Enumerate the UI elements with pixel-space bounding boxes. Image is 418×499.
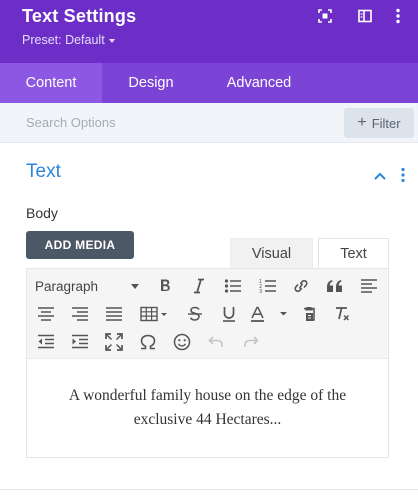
- redo-icon: [239, 330, 263, 354]
- text-color-icon[interactable]: [247, 302, 289, 326]
- align-right-icon[interactable]: [68, 302, 92, 326]
- preset-dropdown[interactable]: Preset: Default: [22, 33, 115, 47]
- align-center-icon[interactable]: [34, 302, 58, 326]
- strikethrough-icon[interactable]: [183, 302, 207, 326]
- format-select[interactable]: Paragraph: [35, 274, 141, 298]
- search-input[interactable]: Search Options: [26, 115, 116, 130]
- blockquote-icon[interactable]: [323, 274, 347, 298]
- align-justify-icon[interactable]: [102, 302, 126, 326]
- settings-tabs: Content Design Advanced: [0, 63, 418, 103]
- editor-content-area[interactable]: A wonderful family house on the edge of …: [27, 360, 388, 457]
- preset-label: Preset: Default: [22, 33, 105, 47]
- fullscreen-icon[interactable]: [102, 330, 126, 354]
- rich-text-editor: Paragraph 123 A wonderful family house o…: [26, 268, 389, 458]
- editor-tab-text[interactable]: Text: [318, 238, 389, 269]
- special-character-icon[interactable]: [136, 330, 160, 354]
- editor-tab-visual[interactable]: Visual: [230, 238, 313, 269]
- tab-advanced[interactable]: Advanced: [200, 63, 318, 103]
- body-field-label: Body: [26, 205, 58, 221]
- plus-icon: +: [357, 114, 367, 131]
- tab-content[interactable]: Content: [0, 63, 102, 103]
- editor-content-text: A wonderful family house on the edge of …: [68, 387, 347, 428]
- bullet-list-icon[interactable]: [221, 274, 245, 298]
- paste-text-icon[interactable]: [297, 302, 321, 326]
- fullscreen-icon[interactable]: [316, 7, 334, 25]
- indent-icon[interactable]: [68, 330, 92, 354]
- underline-icon[interactable]: [217, 302, 241, 326]
- outdent-icon[interactable]: [34, 330, 58, 354]
- align-left-icon[interactable]: [357, 274, 381, 298]
- caret-down-icon: [108, 38, 115, 43]
- chevron-up-icon[interactable]: [372, 168, 388, 184]
- modal-title: Text Settings: [22, 6, 137, 26]
- more-vertical-icon[interactable]: [398, 166, 408, 184]
- sidebar-layout-icon[interactable]: [356, 7, 374, 25]
- bold-icon[interactable]: [153, 274, 177, 298]
- editor-toolbar: Paragraph 123: [27, 269, 388, 359]
- tab-design[interactable]: Design: [102, 63, 200, 103]
- italic-icon[interactable]: [187, 274, 211, 298]
- format-select-value: Paragraph: [35, 278, 99, 294]
- emoji-icon[interactable]: [170, 330, 194, 354]
- clear-formatting-icon[interactable]: [331, 302, 355, 326]
- more-vertical-icon[interactable]: [389, 7, 407, 25]
- caret-down-icon: [131, 283, 139, 289]
- undo-icon: [204, 330, 228, 354]
- section-divider: [0, 489, 418, 490]
- filter-button[interactable]: + Filter: [344, 108, 414, 138]
- add-media-button[interactable]: ADD MEDIA: [26, 231, 134, 259]
- section-title[interactable]: Text: [26, 161, 61, 183]
- table-icon[interactable]: [137, 302, 173, 326]
- numbered-list-icon[interactable]: 123: [256, 274, 280, 298]
- svg-text:3: 3: [259, 289, 262, 294]
- filter-label: Filter: [371, 115, 401, 131]
- modal-header: Text Settings Preset: Default: [0, 0, 418, 63]
- link-icon[interactable]: [289, 274, 313, 298]
